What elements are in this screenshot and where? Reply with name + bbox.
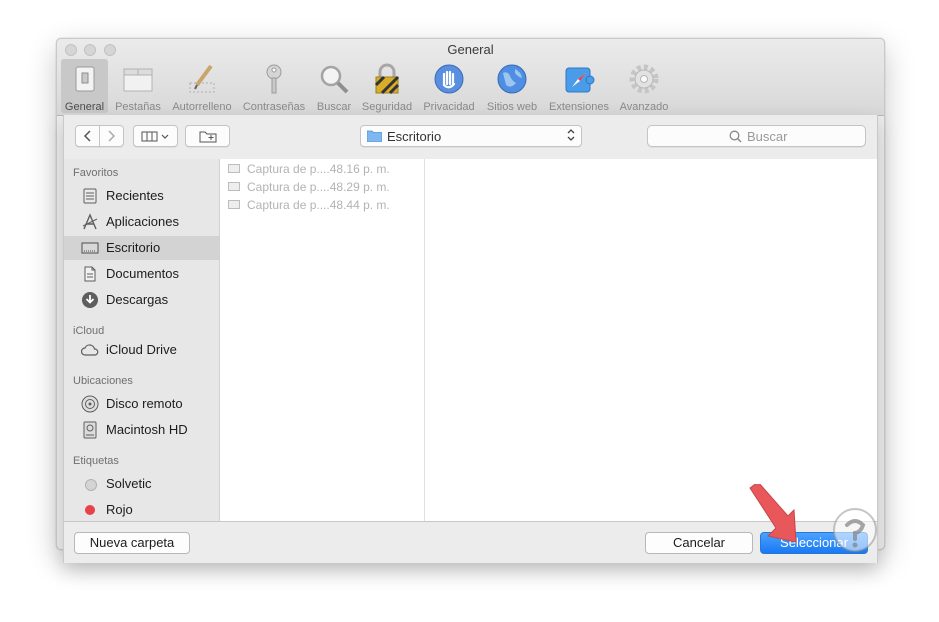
sidebar-item-disco-remoto[interactable]: Disco remoto (64, 392, 219, 416)
chevron-left-icon (83, 130, 91, 142)
tab-general[interactable]: General (61, 59, 108, 113)
sidebar-item-label: Descargas (106, 292, 169, 307)
file-column: Captura de p....48.16 p. m. Captura de p… (220, 159, 425, 521)
harddisk-icon (83, 421, 97, 439)
documents-icon (84, 266, 96, 282)
icloud-heading: iCloud (73, 325, 105, 337)
sidebar-item-label: Recientes (106, 188, 164, 203)
sidebar-item-documentos[interactable]: Documentos (64, 262, 219, 286)
forward-button[interactable] (99, 125, 124, 147)
sidebar-item-label: iCloud Drive (106, 342, 177, 357)
preferences-toolbar: General General Pestañas Autorrelleno Co… (57, 39, 884, 116)
new-folder-button[interactable]: Nueva carpeta (74, 532, 190, 554)
image-file-icon (228, 182, 240, 191)
tag-red-dot-icon (85, 505, 95, 515)
sidebar-item-icloud-drive[interactable]: iCloud Drive (64, 338, 219, 362)
tab-privacidad-label: Privacidad (423, 101, 475, 113)
columns-view-icon (141, 131, 169, 142)
tab-avanzado-label: Avanzado (619, 101, 669, 113)
tab-buscar-label: Buscar (316, 101, 352, 113)
tab-autorrelleno-label: Autorrelleno (172, 101, 232, 113)
lock-icon (371, 63, 403, 95)
search-field[interactable]: Buscar (647, 125, 866, 147)
tab-extensiones-label: Extensiones (549, 101, 609, 113)
tab-extensiones[interactable]: Extensiones (546, 59, 612, 113)
updown-chevron-icon (567, 127, 575, 145)
sidebar-item-label: Aplicaciones (106, 214, 179, 229)
new-folder-toolbar-button[interactable] (185, 125, 230, 147)
tab-sitios-web-label: Sitios web (486, 101, 538, 113)
file-name: Captura de p....48.16 p. m. (247, 162, 390, 176)
tab-sitios-web[interactable]: Sitios web (483, 59, 541, 113)
sidebar-item-label: Solvetic (106, 476, 152, 491)
folder-icon (367, 130, 382, 142)
disc-icon (81, 395, 99, 413)
applications-icon (82, 213, 98, 230)
sidebar-item-tag-solvetic[interactable]: Solvetic (64, 472, 219, 496)
back-button[interactable] (75, 125, 100, 147)
sidebar-item-aplicaciones[interactable]: Aplicaciones (64, 210, 219, 234)
puzzle-compass-icon (563, 63, 595, 95)
locations-heading: Ubicaciones (73, 375, 133, 387)
tab-contrasenas[interactable]: Contraseñas (241, 59, 307, 113)
sidebar-item-label: Macintosh HD (106, 422, 188, 437)
cancel-button[interactable]: Cancelar (645, 532, 753, 554)
cloud-icon (81, 344, 99, 356)
desktop-icon (81, 242, 99, 254)
sidebar-item-macintosh-hd[interactable]: Macintosh HD (64, 418, 219, 442)
tab-privacidad[interactable]: Privacidad (419, 59, 479, 113)
pencil-form-icon (186, 63, 218, 95)
sidebar-item-descargas[interactable]: Descargas (64, 288, 219, 312)
tab-seguridad[interactable]: Seguridad (359, 59, 415, 113)
tab-pestanas[interactable]: Pestañas (113, 59, 163, 113)
chooser-toolbar: Escritorio Buscar (64, 115, 877, 160)
downloads-icon (82, 292, 98, 308)
location-popup[interactable]: Escritorio (360, 125, 582, 147)
switch-icon (69, 63, 101, 95)
hand-icon (433, 63, 465, 95)
search-icon (729, 130, 742, 143)
tabs-icon (122, 63, 154, 95)
sidebar-item-tag-rojo[interactable]: Rojo (64, 498, 219, 522)
file-row[interactable]: Captura de p....48.16 p. m. (220, 160, 424, 178)
tab-contrasenas-label: Contraseñas (242, 101, 306, 113)
watermark-logo-icon (833, 508, 877, 552)
sidebar-item-label: Documentos (106, 266, 179, 281)
view-mode-button[interactable] (133, 125, 178, 147)
sidebar-item-escritorio[interactable]: Escritorio (64, 236, 219, 260)
favorites-heading: Favoritos (73, 167, 119, 179)
search-placeholder: Buscar (747, 129, 788, 144)
image-file-icon (228, 200, 240, 209)
sidebar-item-label: Rojo (106, 502, 133, 517)
chevron-right-icon (108, 130, 116, 142)
file-name: Captura de p....48.29 p. m. (247, 180, 390, 194)
location-label: Escritorio (387, 129, 442, 144)
file-row[interactable]: Captura de p....48.44 p. m. (220, 196, 424, 214)
window-title: General (447, 42, 494, 57)
sidebar: Favoritos Recientes Aplicaciones Escrito… (64, 159, 220, 521)
file-name: Captura de p....48.44 p. m. (247, 198, 390, 212)
pointer-arrow-icon (749, 484, 797, 543)
tab-avanzado[interactable]: Avanzado (616, 59, 672, 113)
magnifier-icon (318, 63, 350, 95)
image-file-icon (228, 164, 240, 173)
gear-icon (628, 63, 660, 95)
recents-icon (83, 188, 97, 204)
tag-gray-dot-icon (85, 479, 97, 491)
tags-heading: Etiquetas (73, 455, 119, 467)
key-icon (258, 63, 290, 95)
tab-autorrelleno[interactable]: Autorrelleno (169, 59, 235, 113)
tab-buscar[interactable]: Buscar (313, 59, 355, 113)
tab-general-label: General (64, 101, 105, 113)
tab-pestanas-label: Pestañas (115, 101, 161, 113)
new-folder-icon (199, 131, 217, 143)
sidebar-item-label: Escritorio (106, 240, 161, 255)
preview-column (425, 159, 877, 521)
sidebar-item-recientes[interactable]: Recientes (64, 184, 219, 208)
file-row[interactable]: Captura de p....48.29 p. m. (220, 178, 424, 196)
globe-icon (496, 63, 528, 95)
tab-seguridad-label: Seguridad (361, 101, 413, 113)
sidebar-item-label: Disco remoto (106, 396, 183, 411)
